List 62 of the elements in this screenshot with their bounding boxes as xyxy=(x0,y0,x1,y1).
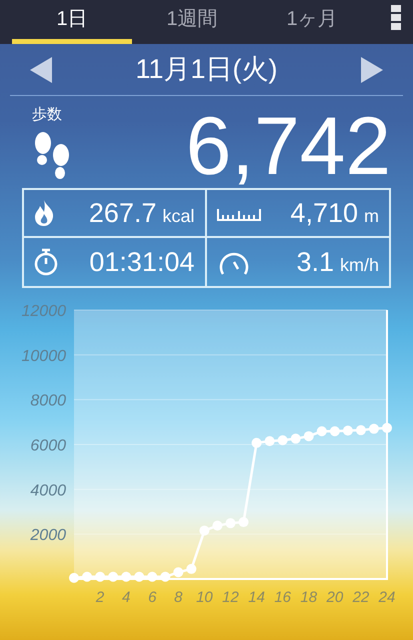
x-tick-label: 20 xyxy=(326,589,344,606)
x-tick-label: 8 xyxy=(174,589,182,606)
data-point xyxy=(238,517,249,528)
x-tick-label: 24 xyxy=(378,589,396,606)
data-point xyxy=(69,572,79,583)
stat-unit: kcal xyxy=(162,204,194,228)
x-tick-label: 16 xyxy=(274,589,291,606)
stat-unit: m xyxy=(364,204,379,228)
data-point xyxy=(304,431,314,442)
menu-icon[interactable] xyxy=(391,5,401,31)
stat-value: 01:31:04 xyxy=(89,246,194,279)
data-point xyxy=(382,422,392,433)
x-tick-label: 22 xyxy=(352,589,370,606)
next-arrow-icon[interactable] xyxy=(361,56,383,82)
previous-arrow-icon[interactable] xyxy=(30,56,52,82)
data-point xyxy=(95,572,106,582)
flame-icon xyxy=(34,200,54,226)
data-point xyxy=(290,434,301,444)
period-tab[interactable]: 1ヶ月 xyxy=(252,0,372,44)
data-point xyxy=(316,426,327,436)
stopwatch-icon xyxy=(34,248,58,276)
data-point xyxy=(147,572,158,582)
data-point xyxy=(121,572,132,582)
y-tick-label: 2000 xyxy=(30,527,66,544)
stat-value: 267.7 xyxy=(88,196,156,230)
data-point xyxy=(212,520,222,531)
data-point xyxy=(199,526,210,536)
x-tick-label: 4 xyxy=(122,589,130,606)
data-point xyxy=(356,425,366,436)
data-point xyxy=(342,426,353,436)
data-point xyxy=(186,564,196,574)
data-point xyxy=(226,518,236,528)
y-tick-label: 4000 xyxy=(30,482,66,500)
data-point xyxy=(278,435,288,446)
steps-label: 歩数 xyxy=(32,105,62,125)
x-tick-label: 12 xyxy=(222,589,239,606)
stat-value: 3.1 xyxy=(296,246,334,279)
x-tick-label: 2 xyxy=(96,589,104,606)
period-tab[interactable]: 1日 xyxy=(12,0,132,44)
y-tick-label: 10000 xyxy=(22,348,66,365)
date-title: 11月1日(火) xyxy=(135,53,278,86)
data-point xyxy=(264,436,275,446)
step-count: 6,742 xyxy=(186,106,391,188)
y-tick-label: 6000 xyxy=(30,438,66,454)
data-point xyxy=(134,572,144,582)
footprints-icon xyxy=(32,130,72,180)
data-point xyxy=(330,426,340,436)
data-point xyxy=(82,572,92,582)
stat-value: 4,710 xyxy=(290,196,358,230)
period-tab[interactable]: 1週間 xyxy=(132,0,252,44)
y-tick-label: 12000 xyxy=(22,303,66,320)
data-point xyxy=(173,567,184,578)
x-tick-label: 14 xyxy=(248,589,265,606)
data-point xyxy=(252,438,262,448)
data-point xyxy=(160,572,170,582)
x-tick-label: 6 xyxy=(148,589,156,606)
y-tick-label: 8000 xyxy=(30,392,66,410)
x-tick-label: 10 xyxy=(196,589,213,606)
x-tick-label: 18 xyxy=(300,589,318,606)
data-point xyxy=(368,424,379,434)
stat-unit: km/h xyxy=(340,254,379,277)
data-point xyxy=(108,572,118,582)
